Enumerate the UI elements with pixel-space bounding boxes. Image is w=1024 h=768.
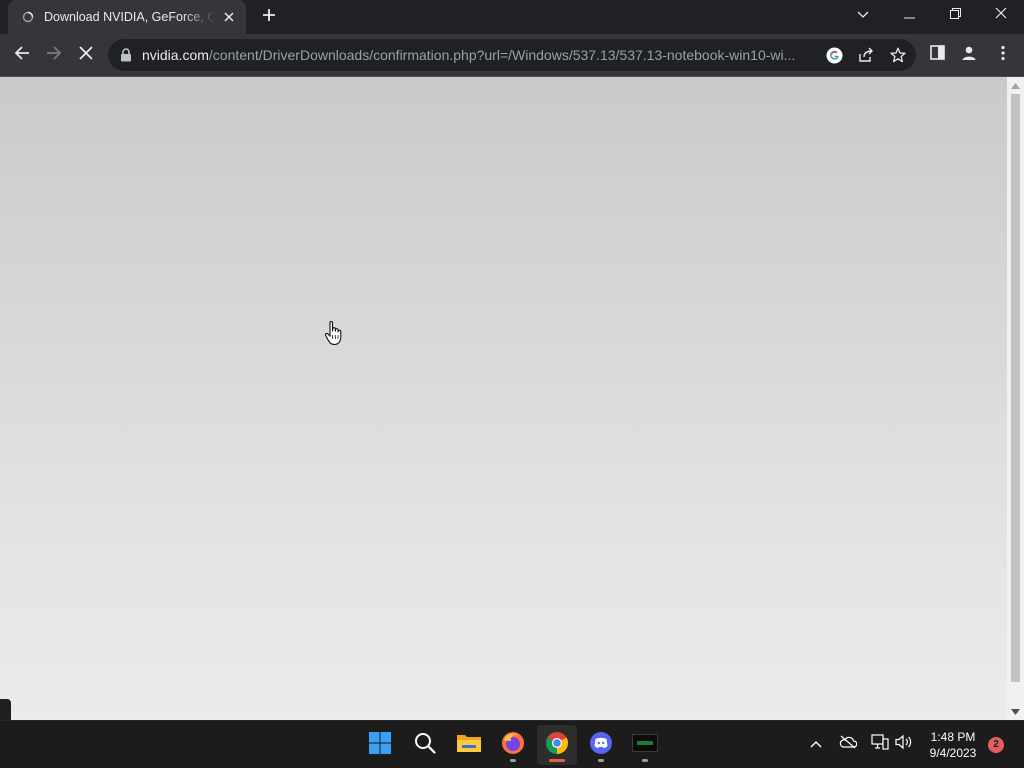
page-content[interactable] (0, 77, 1007, 720)
vertical-scrollbar[interactable] (1007, 77, 1024, 720)
clock-time: 1:48 PM (930, 730, 976, 744)
close-icon (995, 6, 1007, 24)
side-panel-icon (929, 45, 945, 65)
start-button[interactable] (360, 725, 400, 765)
running-indicator (642, 759, 648, 762)
onedrive-offline-icon (839, 735, 858, 754)
network-button[interactable] (869, 733, 891, 755)
new-tab-button[interactable] (258, 6, 280, 28)
restore-button[interactable] (932, 0, 978, 30)
minimize-icon (903, 6, 915, 24)
hand-cursor-icon (324, 320, 344, 346)
tab-close-icon[interactable] (220, 8, 238, 26)
discord-icon (589, 731, 613, 760)
chevron-up-icon (810, 735, 822, 753)
share-icon[interactable] (856, 45, 876, 65)
windows-logo-icon (368, 731, 392, 760)
stop-loading-button[interactable] (71, 40, 101, 70)
tab-strip: Download NVIDIA, GeForce, Quadro (0, 0, 1024, 34)
loading-globe-icon (22, 11, 34, 23)
url-text[interactable]: nvidia.com/content/DriverDownloads/confi… (142, 47, 818, 63)
chrome-icon (545, 731, 569, 760)
more-vert-icon (1001, 45, 1005, 66)
restore-icon (949, 6, 961, 24)
profile-button[interactable] (954, 40, 984, 70)
chrome-button[interactable] (537, 725, 577, 765)
forward-button[interactable] (39, 40, 69, 70)
notification-badge[interactable]: 2 (988, 737, 1004, 753)
arrow-left-icon (14, 45, 30, 66)
minimize-button[interactable] (886, 0, 932, 30)
url-path: /content/DriverDownloads/confirmation.ph… (208, 47, 796, 63)
taskbar: 1:48 PM 9/4/2023 2 (0, 720, 1024, 768)
menu-button[interactable] (988, 40, 1018, 70)
profile-icon (961, 45, 977, 66)
taskbar-search-button[interactable] (405, 725, 445, 765)
discord-button[interactable] (581, 725, 621, 765)
back-button[interactable] (7, 40, 37, 70)
folder-icon (456, 732, 482, 759)
clock-date: 9/4/2023 (929, 746, 977, 760)
browser-tab[interactable]: Download NVIDIA, GeForce, Quadro (8, 0, 246, 34)
active-indicator (549, 759, 565, 762)
x-icon (79, 45, 93, 65)
show-hidden-icons-button[interactable] (805, 733, 827, 755)
scroll-up-icon[interactable] (1011, 81, 1020, 90)
google-icon[interactable] (824, 45, 844, 65)
side-panel-button[interactable] (922, 40, 952, 70)
file-explorer-button[interactable] (449, 725, 489, 765)
address-bar[interactable]: nvidia.com/content/DriverDownloads/confi… (108, 39, 916, 71)
search-icon (414, 732, 436, 759)
terminal-button[interactable] (625, 725, 665, 765)
system-clock[interactable]: 1:48 PM 9/4/2023 (918, 729, 988, 761)
volume-icon (895, 734, 913, 755)
arrow-right-icon (46, 45, 62, 66)
browser-toolbar: nvidia.com/content/DriverDownloads/confi… (0, 34, 1024, 77)
scrollbar-thumb[interactable] (1011, 94, 1020, 682)
url-host: nvidia.com (142, 47, 209, 63)
firefox-icon (501, 731, 525, 760)
feedback-tab[interactable] (0, 699, 11, 720)
chevron-down-icon (857, 6, 869, 24)
star-icon[interactable] (888, 45, 908, 65)
onedrive-button[interactable] (837, 733, 859, 755)
tab-search-button[interactable] (840, 0, 886, 30)
running-indicator (598, 759, 604, 762)
terminal-icon (632, 733, 658, 757)
tab-title: Download NVIDIA, GeForce, Quadro (44, 10, 216, 24)
lock-icon[interactable] (120, 48, 132, 62)
scroll-down-icon[interactable] (1011, 707, 1020, 716)
running-indicator (510, 759, 516, 762)
plus-icon (262, 8, 276, 27)
network-icon (871, 733, 889, 755)
firefox-button[interactable] (493, 725, 533, 765)
volume-button[interactable] (893, 733, 915, 755)
window-close-button[interactable] (978, 0, 1024, 30)
